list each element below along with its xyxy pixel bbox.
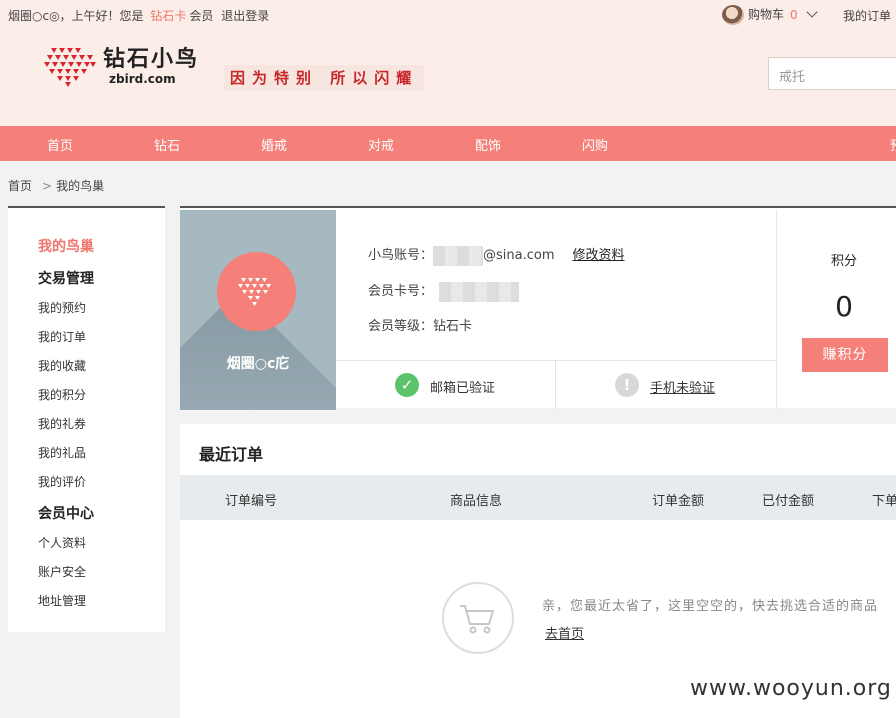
chevron-down-icon bbox=[805, 5, 818, 18]
logo-icon[interactable] bbox=[43, 44, 97, 88]
logout-link[interactable]: 退出登录 bbox=[221, 9, 269, 23]
sidebar-item-favorites[interactable]: 我的收藏 bbox=[38, 357, 86, 374]
redacted-account bbox=[433, 245, 484, 266]
account-suffix: @sina.com bbox=[483, 248, 555, 263]
points-value: 0 bbox=[835, 290, 853, 323]
breadcrumb-home[interactable]: 首页 bbox=[8, 179, 32, 193]
points-panel: 积分 0 赚积分 bbox=[776, 210, 896, 410]
sidebar-item-addresses[interactable]: 地址管理 bbox=[38, 592, 86, 609]
logo-cn: 钻石小鸟 bbox=[103, 47, 200, 72]
breadcrumb-current: 我的鸟巢 bbox=[56, 179, 105, 193]
sidebar-group-trade: 交易管理 bbox=[38, 271, 94, 287]
col-paid-amount: 已付金额 bbox=[762, 494, 815, 509]
go-home-link[interactable]: 去首页 bbox=[545, 623, 584, 642]
cart-button[interactable]: 购物车 0 bbox=[722, 5, 818, 25]
email-status: 邮箱已验证 bbox=[430, 381, 496, 396]
phone-verification: ! 手机未验证 bbox=[556, 361, 776, 410]
avatar-name: 烟圈○c庀 bbox=[226, 356, 290, 372]
phone-status-link[interactable]: 手机未验证 bbox=[650, 377, 715, 396]
sidebar-title[interactable]: 我的鸟巢 bbox=[38, 236, 94, 256]
account-label: 小鸟账号： bbox=[368, 248, 434, 263]
orders-title: 最近订单 bbox=[199, 445, 264, 464]
sidebar-group-member: 会员中心 bbox=[38, 506, 94, 522]
avatar-panel: 烟圈○c庀 bbox=[180, 210, 336, 410]
nav-item-diamond[interactable]: 钻石 bbox=[154, 135, 180, 154]
user-greeting: 烟圈○c◎，上午好！您是 钻石卡 会员 退出登录 bbox=[8, 7, 269, 24]
edit-profile-link[interactable]: 修改资料 bbox=[573, 248, 625, 263]
sidebar-item-reviews[interactable]: 我的评价 bbox=[38, 473, 86, 490]
member-card-level[interactable]: 钻石卡 bbox=[150, 9, 186, 23]
level-row: 会员等级：钻石卡 bbox=[368, 315, 472, 334]
email-verification: ✓ 邮箱已验证 bbox=[336, 361, 555, 410]
logo-en: zbird.com bbox=[109, 72, 176, 86]
card-label: 会员卡号： bbox=[368, 284, 434, 299]
cart-avatar-icon bbox=[722, 5, 744, 25]
sidebar-item-coupons[interactable]: 我的礼券 bbox=[38, 415, 86, 432]
top-bar: 烟圈○c◎，上午好！您是 钻石卡 会员 退出登录 购物车 0 我的订单 bbox=[0, 0, 896, 30]
redacted-card-number bbox=[439, 281, 520, 302]
username[interactable]: 烟圈○c◎ bbox=[8, 9, 60, 23]
col-product-info: 商品信息 bbox=[450, 494, 503, 509]
earn-points-button[interactable]: 赚积分 bbox=[802, 338, 888, 372]
member-label: 会员 bbox=[189, 9, 214, 23]
breadcrumb: 首页 > 我的鸟巢 bbox=[8, 177, 104, 194]
col-order-time: 下单 bbox=[872, 494, 896, 509]
sidebar-item-points[interactable]: 我的积分 bbox=[38, 386, 86, 403]
avatar[interactable] bbox=[217, 252, 296, 331]
main-nav: 首页 钻石 婚戒 对戒 配饰 闪购 预 bbox=[0, 126, 896, 161]
level-label: 会员等级： bbox=[368, 319, 434, 334]
nav-item-wedding-ring[interactable]: 婚戒 bbox=[261, 135, 287, 154]
slogan: 因为特别 所以闪耀 bbox=[224, 65, 425, 90]
sidebar: 我的鸟巢 交易管理 我的预约 我的订单 我的收藏 我的积分 我的礼券 我的礼品 … bbox=[8, 206, 165, 632]
points-label: 积分 bbox=[830, 254, 857, 269]
watermark: www.wooyun.org bbox=[690, 676, 892, 701]
nav-item-accessories[interactable]: 配饰 bbox=[475, 135, 501, 154]
cart-label: 购物车 bbox=[748, 7, 785, 22]
sidebar-item-security[interactable]: 账户安全 bbox=[38, 563, 86, 580]
nav-item-more[interactable]: 预 bbox=[890, 135, 896, 154]
recent-orders: 最近订单 订单编号 商品信息 订单金额 已付金额 下单 亲，您最近太省了，这里空… bbox=[180, 424, 896, 718]
my-orders-link[interactable]: 我的订单 bbox=[843, 7, 891, 24]
level-value: 钻石卡 bbox=[433, 319, 473, 334]
breadcrumb-separator: > bbox=[42, 179, 53, 193]
orders-table-header: 订单编号 商品信息 订单金额 已付金额 下单 bbox=[180, 475, 896, 520]
col-order-number: 订单编号 bbox=[225, 494, 278, 509]
warning-icon: ! bbox=[615, 373, 639, 397]
logo-icon bbox=[238, 278, 271, 306]
profile-card: 烟圈○c庀 小鸟账号： @sina.com 修改资料 会员卡号： 会员等级：钻石卡 … bbox=[180, 206, 896, 410]
account-row: 小鸟账号： @sina.com 修改资料 bbox=[368, 244, 625, 266]
greeting-text: ，上午好！您是 bbox=[59, 9, 144, 23]
sidebar-item-gifts[interactable]: 我的礼品 bbox=[38, 444, 86, 461]
sidebar-item-orders[interactable]: 我的订单 bbox=[38, 328, 86, 345]
nav-item-flash-sale[interactable]: 闪购 bbox=[582, 135, 608, 154]
empty-message: 亲，您最近太省了，这里空空的，快去挑选合适的商品 bbox=[542, 599, 879, 614]
nav-item-home[interactable]: 首页 bbox=[47, 135, 73, 154]
cart-count: 0 bbox=[790, 7, 798, 22]
empty-cart-icon bbox=[442, 582, 514, 654]
sidebar-item-profile[interactable]: 个人资料 bbox=[38, 534, 86, 551]
nav-item-couple-ring[interactable]: 对戒 bbox=[368, 135, 394, 154]
search-input[interactable]: 戒托 bbox=[768, 57, 896, 90]
check-icon: ✓ bbox=[395, 373, 419, 397]
logo-text[interactable]: 钻石小鸟 zbird.com bbox=[103, 47, 200, 87]
site-header: 钻石小鸟 zbird.com 因为特别 所以闪耀 戒托 bbox=[0, 30, 896, 126]
card-row: 会员卡号： bbox=[368, 280, 520, 302]
sidebar-item-reservations[interactable]: 我的预约 bbox=[38, 299, 86, 316]
col-order-amount: 订单金额 bbox=[652, 494, 705, 509]
verification-row: ✓ 邮箱已验证 ! 手机未验证 bbox=[336, 360, 776, 410]
